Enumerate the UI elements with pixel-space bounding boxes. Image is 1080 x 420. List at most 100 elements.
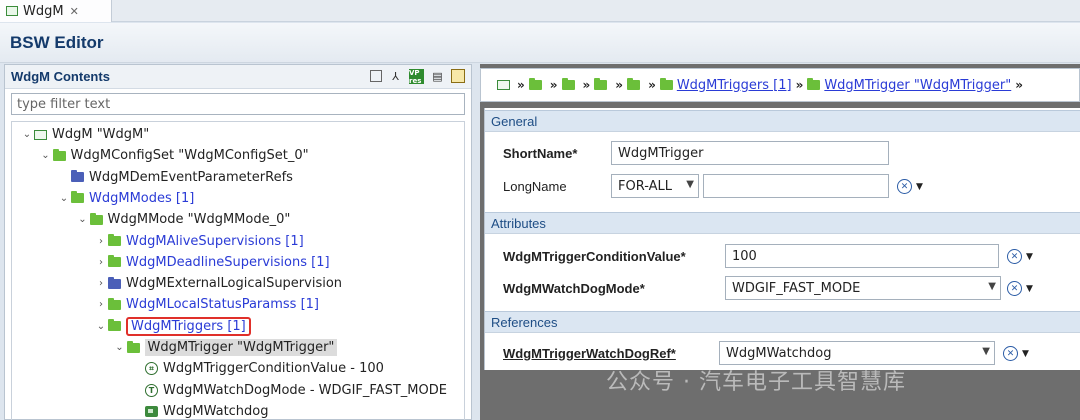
tree-node[interactable]: ⌄ WdgMTriggers [1] bbox=[94, 316, 251, 337]
folder-icon[interactable] bbox=[561, 78, 575, 90]
vp-res-icon[interactable]: VP res bbox=[409, 69, 424, 85]
tree-structure-icon[interactable]: ⅄ bbox=[388, 69, 403, 84]
collapse-all-icon[interactable] bbox=[370, 70, 382, 82]
chevron-down-icon[interactable]: ⌄ bbox=[76, 214, 90, 225]
language-select[interactable]: FOR-ALL ▼ bbox=[611, 174, 699, 198]
action-icon[interactable]: ✕ bbox=[897, 179, 912, 194]
document-icon[interactable]: ▤ bbox=[430, 69, 445, 84]
tree-node-label: WdgMModes [1] bbox=[89, 190, 195, 206]
watchdog-ref-label[interactable]: WdgMTriggerWatchDogRef* bbox=[503, 346, 676, 361]
condition-value-field[interactable]: 100 bbox=[725, 244, 999, 268]
shortname-field[interactable]: WdgMTrigger bbox=[611, 141, 889, 165]
tree-node[interactable]: WdgMDemEventParameterRefs bbox=[57, 167, 293, 188]
tree-node[interactable]: ⌄ WdgMModes [1] bbox=[57, 188, 195, 209]
folder-icon[interactable] bbox=[627, 78, 641, 90]
breadcrumb-link-triggers[interactable]: WdgMTriggers [1] bbox=[677, 78, 792, 93]
chevron-right-icon[interactable]: › bbox=[94, 278, 108, 289]
chevron-down-icon: ▼ bbox=[982, 346, 990, 357]
chevron-down-icon[interactable]: ⌄ bbox=[57, 193, 71, 204]
section-attributes[interactable]: Attributes bbox=[485, 212, 1080, 234]
longname-row: LongName FOR-ALL ▼ ✕ ▼ bbox=[485, 171, 1080, 201]
watchdog-ref-actions: ✕ ▼ bbox=[1003, 346, 1029, 361]
watchdog-ref-select[interactable]: WdgMWatchdog ▼ bbox=[719, 341, 995, 365]
breadcrumb-more[interactable]: » bbox=[1015, 78, 1023, 92]
properties-form: General ShortName* WdgMTrigger LongName … bbox=[484, 108, 1080, 370]
watchdog-mode-select[interactable]: WDGIF_FAST_MODE ▼ bbox=[725, 276, 1001, 300]
folder-icon[interactable] bbox=[528, 78, 542, 90]
chevron-down-icon[interactable]: ⌄ bbox=[39, 150, 53, 161]
tree-node[interactable]: ⌄ WdgMMode "WdgMMode_0" bbox=[76, 209, 291, 230]
folder-icon bbox=[52, 148, 66, 161]
tree-node-label: WdgMConfigSet "WdgMConfigSet_0" bbox=[70, 148, 309, 164]
chevron-down-icon[interactable]: ⌄ bbox=[20, 129, 34, 140]
watchdog-mode-value: WDGIF_FAST_MODE bbox=[732, 280, 861, 296]
tree-node-label: WdgMTriggerConditionValue - 100 bbox=[163, 361, 384, 377]
folder-icon bbox=[807, 78, 821, 90]
section-references[interactable]: References bbox=[485, 311, 1080, 333]
chevron-right-icon[interactable]: › bbox=[94, 299, 108, 310]
breadcrumb: » » » » » WdgMTriggers [1] » WdgMTrigger… bbox=[480, 68, 1080, 102]
folder-icon bbox=[659, 78, 673, 90]
close-icon[interactable]: ✕ bbox=[70, 5, 79, 18]
breadcrumb-separator: » bbox=[648, 78, 656, 92]
tab-wdgm[interactable]: WdgM ✕ bbox=[0, 0, 112, 22]
folder-icon bbox=[108, 319, 121, 332]
dropdown-arrow-icon[interactable]: ▼ bbox=[916, 182, 923, 192]
condition-value-actions: ✕ ▼ bbox=[1007, 249, 1033, 264]
longname-label: LongName bbox=[503, 178, 567, 194]
folder-icon bbox=[108, 276, 121, 289]
action-icon[interactable]: ✕ bbox=[1007, 249, 1022, 264]
chevron-down-icon[interactable]: ⌄ bbox=[113, 342, 127, 353]
breadcrumb-separator: » bbox=[549, 78, 558, 92]
dropdown-arrow-icon[interactable]: ▼ bbox=[1026, 252, 1033, 262]
contents-toolbar: ⅄ VP res ▤ bbox=[370, 69, 465, 85]
tree-node[interactable]: ⌄ WdgMConfigSet "WdgMConfigSet_0" bbox=[39, 145, 309, 166]
tree-node-label: WdgMDemEventParameterRefs bbox=[89, 169, 293, 185]
dropdown-arrow-icon[interactable]: ▼ bbox=[1022, 349, 1029, 359]
window-icon bbox=[34, 129, 47, 140]
filter-input[interactable]: type filter text bbox=[11, 93, 465, 115]
tree-node-label: WdgMTrigger "WdgMTrigger" bbox=[144, 339, 338, 356]
section-general[interactable]: General bbox=[485, 110, 1080, 132]
action-icon[interactable]: ✕ bbox=[1003, 346, 1018, 361]
folder-icon bbox=[108, 234, 121, 246]
chevron-right-icon[interactable]: › bbox=[94, 257, 108, 268]
breadcrumb-separator: » bbox=[795, 78, 804, 92]
contents-pane: WdgM Contents ⅄ VP res ▤ type filter tex… bbox=[4, 64, 472, 420]
folder-icon[interactable] bbox=[594, 78, 608, 90]
tree-node[interactable]: ⌄ WdgM "WdgM" bbox=[20, 124, 149, 145]
tree-node-label: WdgMDeadlineSupervisions [1] bbox=[126, 254, 330, 270]
dropdown-arrow-icon[interactable]: ▼ bbox=[1026, 284, 1033, 294]
tree-node[interactable]: T WdgMWatchDogMode - WDGIF_FAST_MODE bbox=[131, 380, 447, 401]
breadcrumb-link-trigger[interactable]: WdgMTrigger "WdgMTrigger" bbox=[824, 78, 1011, 93]
tree-node[interactable]: › WdgMLocalStatusParamss [1] bbox=[94, 294, 319, 315]
folder-icon bbox=[71, 191, 84, 204]
tree-node[interactable]: › WdgMExternalLogicalSupervision bbox=[94, 273, 342, 294]
tree-node-label: WdgMWatchdog bbox=[163, 403, 269, 419]
folder-icon bbox=[108, 255, 121, 268]
chevron-right-icon[interactable]: › bbox=[94, 236, 108, 247]
tree-node[interactable]: › WdgMDeadlineSupervisions [1] bbox=[94, 252, 330, 273]
tree-node[interactable]: ⌄ WdgMTrigger "WdgMTrigger" bbox=[113, 337, 338, 358]
tree-node-label: WdgMWatchDogMode - WDGIF_FAST_MODE bbox=[163, 382, 447, 398]
longname-field[interactable] bbox=[703, 174, 889, 198]
tree-node[interactable]: WdgMWatchdog bbox=[131, 401, 269, 420]
tree-node-label: WdgM "WdgM" bbox=[52, 127, 150, 142]
folder-icon bbox=[126, 340, 140, 353]
tree-node[interactable]: ⌗ WdgMTriggerConditionValue - 100 bbox=[131, 358, 384, 379]
watchdog-mode-row: WdgMWatchDogMode* WDGIF_FAST_MODE ▼ ✕ ▼ bbox=[485, 273, 1080, 303]
tree-node-label: WdgMMode "WdgMMode_0" bbox=[107, 212, 291, 228]
watermark: 公众号 · 汽车电子工具智慧库 bbox=[606, 370, 906, 395]
chevron-down-icon: ▼ bbox=[686, 179, 694, 190]
watchdog-ref-value: WdgMWatchdog bbox=[726, 345, 832, 361]
action-icon[interactable]: ✕ bbox=[1007, 281, 1022, 296]
editor-tab-strip: WdgM ✕ bbox=[0, 0, 1080, 22]
window-icon[interactable] bbox=[497, 80, 510, 90]
window-icon bbox=[6, 6, 18, 16]
tree-node[interactable]: › WdgMAliveSupervisions [1] bbox=[94, 231, 304, 252]
chevron-down-icon[interactable]: ⌄ bbox=[94, 321, 108, 332]
chevron-down-icon: ▼ bbox=[988, 281, 996, 292]
table-icon[interactable] bbox=[451, 69, 465, 83]
condition-value-label: WdgMTriggerConditionValue* bbox=[503, 248, 686, 264]
breadcrumb-separator: » bbox=[517, 78, 525, 92]
